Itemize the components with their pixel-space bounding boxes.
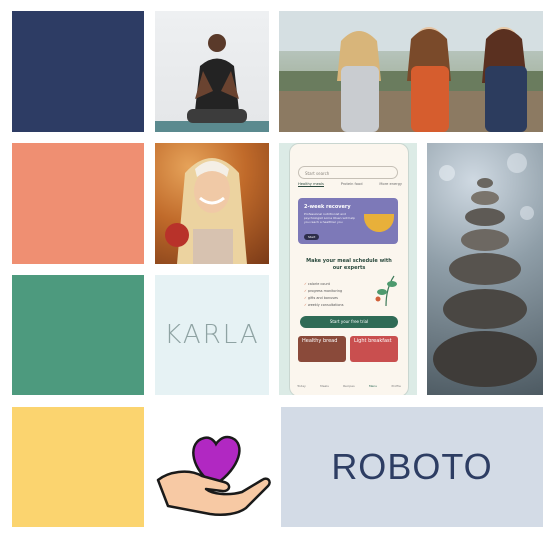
color-swatch-salmon: [12, 143, 144, 264]
stacked-stones-photo: [427, 143, 543, 395]
nav-profile[interactable]: Profile: [391, 384, 400, 388]
nav-meals[interactable]: Meals: [320, 384, 329, 388]
healthy-bread-card[interactable]: Healthy bread: [298, 336, 346, 362]
list-item: calorie count: [304, 281, 343, 288]
card-title: 2-week recovery: [304, 204, 351, 210]
karla-font-sample: KARLA: [155, 275, 269, 395]
color-swatch-green: [12, 275, 144, 395]
karla-label: KARLA: [164, 320, 260, 350]
free-trial-button[interactable]: Start your free trial: [300, 316, 398, 328]
nav-recipes[interactable]: Recipes: [343, 384, 355, 388]
phone-screen: Start search Healthy meals Protein food …: [289, 143, 409, 395]
roboto-font-sample: ROBOTO: [281, 407, 543, 527]
recovery-card[interactable]: 2-week recovery Professional nutritionis…: [298, 198, 398, 244]
list-item: gifts and bonuses: [304, 295, 343, 302]
bowl-icon: [364, 214, 394, 232]
tab-protein-food[interactable]: Protein food: [341, 182, 363, 187]
plant-icon: [375, 275, 397, 306]
three-friends-laughing-photo: [279, 11, 543, 132]
hand-holding-heart-icon: [150, 420, 272, 520]
search-input[interactable]: Start search: [298, 166, 398, 179]
color-swatch-yellow: [12, 407, 144, 527]
meal-schedule-heading: Make your meal schedule with our experts: [306, 258, 392, 271]
roboto-label: ROBOTO: [331, 446, 493, 487]
bottom-nav: Today Meals Recipes Menu Profile: [290, 384, 408, 388]
nav-menu[interactable]: Menu: [369, 384, 377, 388]
woman-meditating-photo: [155, 11, 269, 132]
nav-today[interactable]: Today: [297, 384, 306, 388]
light-breakfast-card[interactable]: Light breakfast: [350, 336, 398, 362]
color-swatch-navy: [12, 11, 144, 132]
mobile-app-mockup: Start search Healthy meals Protein food …: [279, 143, 417, 395]
feature-list: calorie count progress monitoring gifts …: [304, 281, 344, 309]
card-description: Professional nutritionist and psychologi…: [304, 212, 355, 224]
tab-more-energy[interactable]: More energy: [379, 182, 402, 187]
list-item: progress monitoring: [304, 288, 343, 295]
tab-bar: Healthy meals Protein food More energy: [298, 182, 402, 187]
card-start-button[interactable]: Start: [304, 234, 320, 240]
tab-healthy-meals[interactable]: Healthy meals: [298, 182, 324, 187]
smiling-woman-autumn-photo: [155, 143, 269, 264]
list-item: weekly consultations: [304, 302, 344, 309]
